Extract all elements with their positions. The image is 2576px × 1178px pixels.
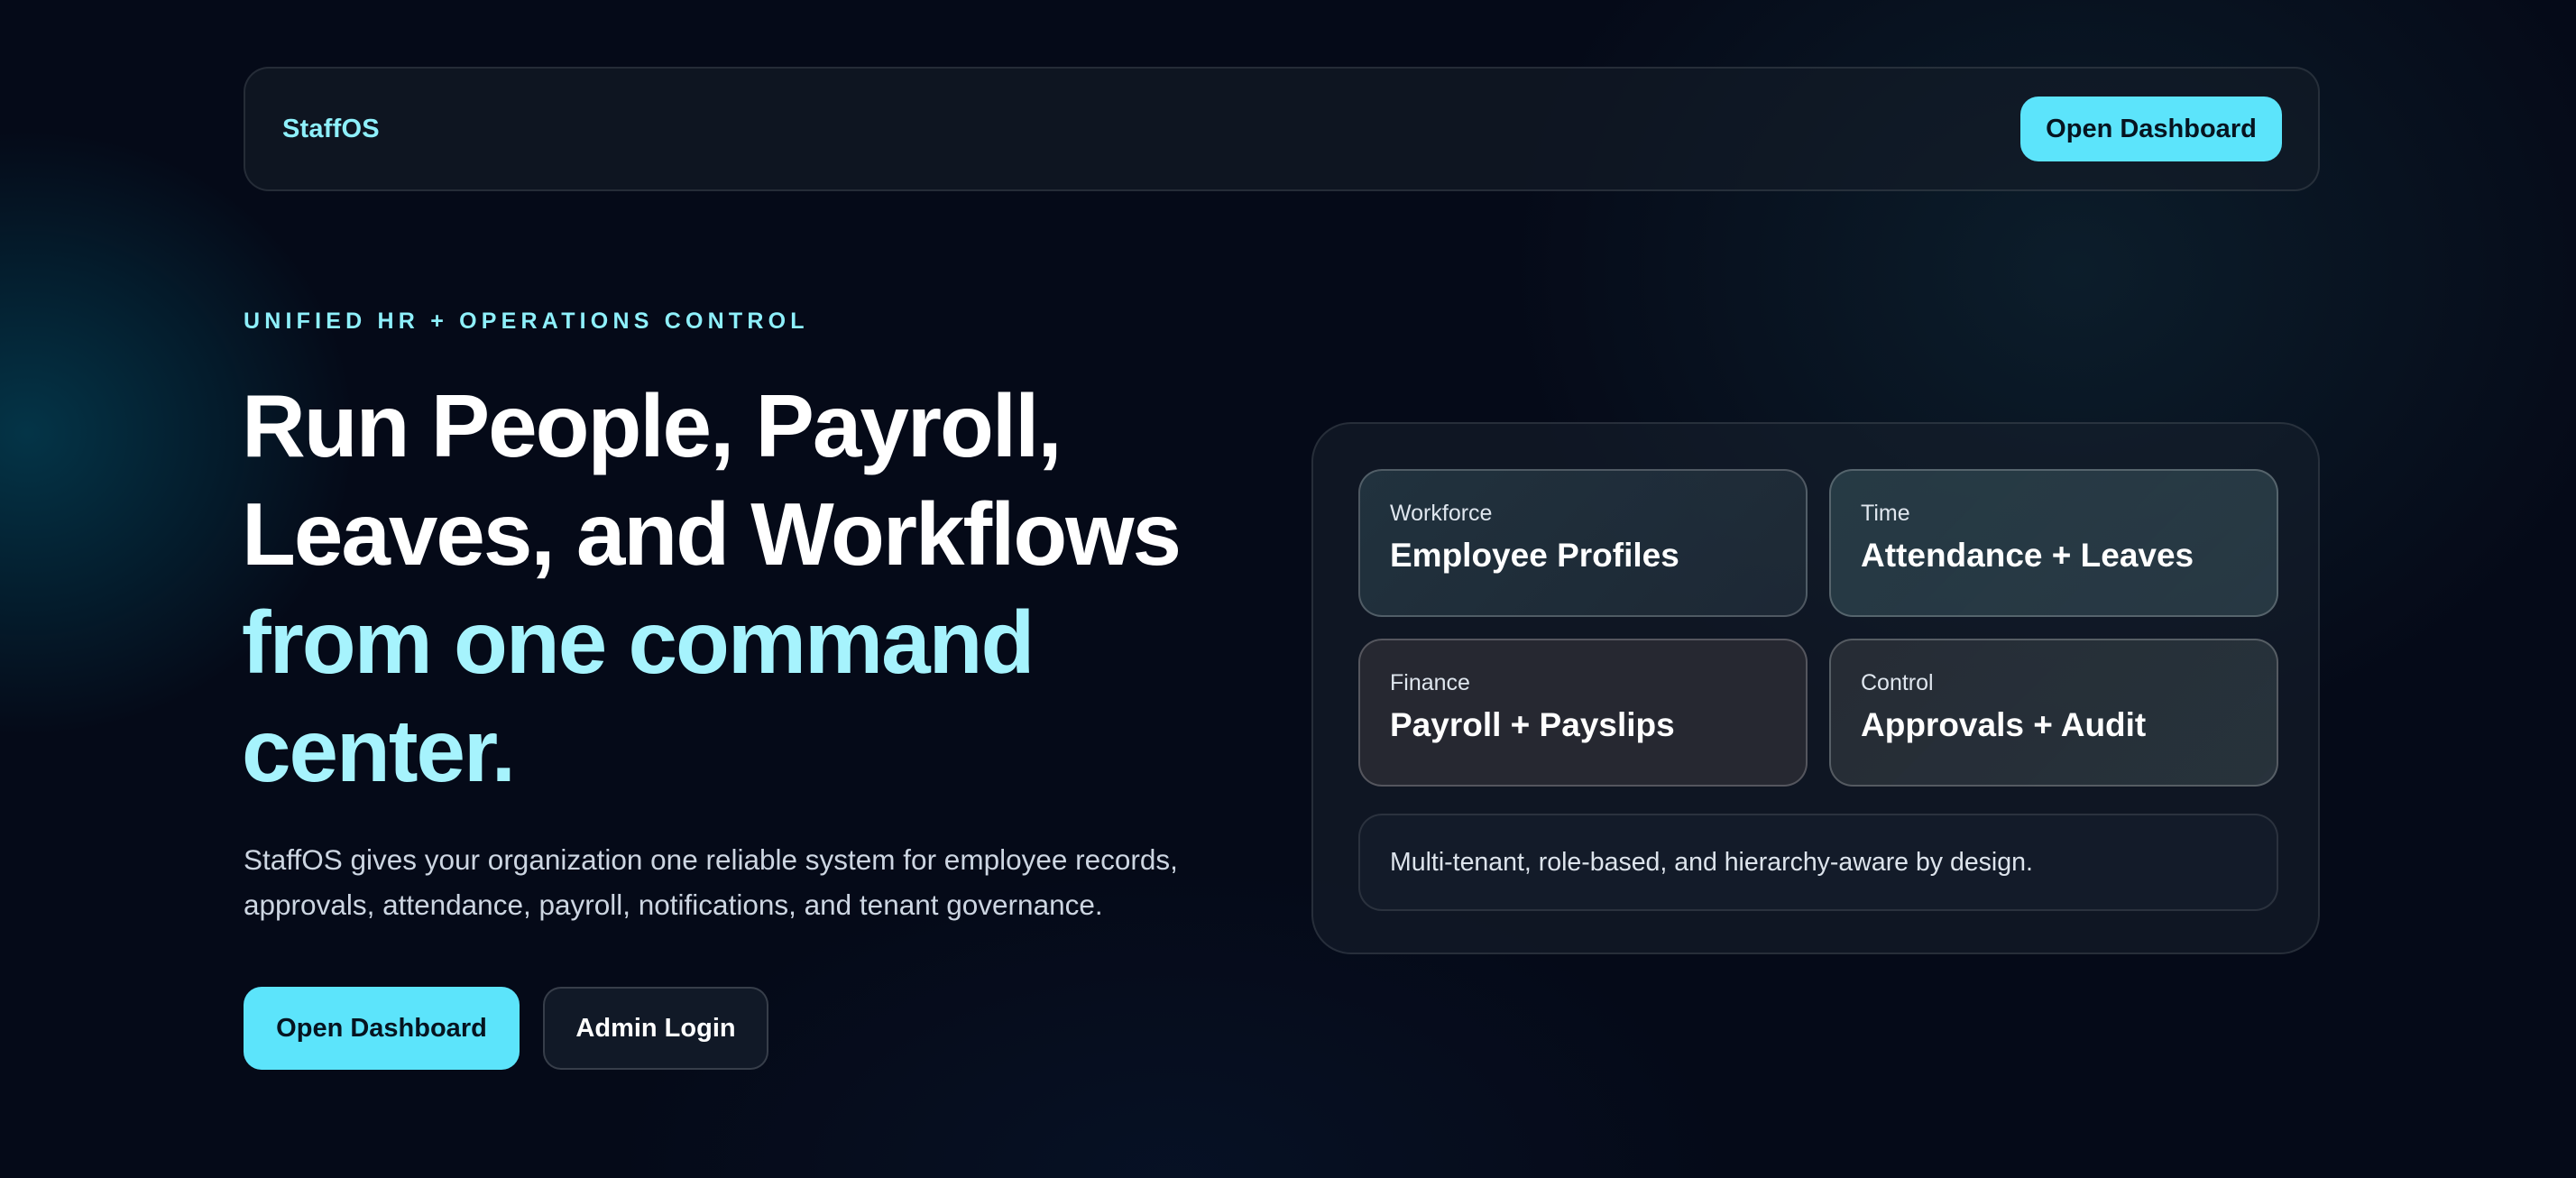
headline-accent-line-1: from one command [242, 593, 1035, 692]
feature-card-control: Control Approvals + Audit [1829, 639, 2278, 787]
feature-card-title: Attendance + Leaves [1861, 537, 2194, 574]
feature-card-title: Payroll + Payslips [1390, 706, 1675, 743]
feature-card-workforce: Workforce Employee Profiles [1358, 469, 1808, 617]
headline-line-2: Leaves, and Workflows [242, 484, 1182, 584]
feature-panel-note: Multi-tenant, role-based, and hierarchy-… [1358, 814, 2278, 911]
headline-line-1: Run People, Payroll, [242, 376, 1063, 475]
headline-accent-line-2: center. [242, 701, 516, 800]
nav-open-dashboard-button[interactable]: Open Dashboard [2020, 97, 2282, 161]
feature-card-category: Time [1861, 501, 1910, 526]
feature-card-category: Finance [1390, 670, 1470, 695]
feature-card-title: Employee Profiles [1390, 537, 1679, 574]
top-navigation-bar: StaffOS Open Dashboard [244, 67, 2320, 191]
hero-cta-group: Open Dashboard Admin Login [244, 987, 768, 1070]
hero-description: StaffOS gives your organization one reli… [244, 843, 1178, 921]
feature-card-title: Approvals + Audit [1861, 706, 2147, 743]
feature-card-finance: Finance Payroll + Payslips [1358, 639, 1808, 787]
admin-login-button[interactable]: Admin Login [543, 987, 768, 1070]
open-dashboard-button[interactable]: Open Dashboard [244, 987, 520, 1070]
feature-panel: Workforce Employee Profiles Time Attenda… [1311, 422, 2320, 954]
feature-card-category: Workforce [1390, 501, 1493, 526]
brand-logo[interactable]: StaffOS [282, 115, 380, 144]
feature-card-category: Control [1861, 670, 1934, 695]
feature-card-time: Time Attendance + Leaves [1829, 469, 2278, 617]
hero-eyebrow: UNIFIED HR + OPERATIONS CONTROL [244, 308, 809, 334]
hero-headline: Run People, Payroll, Leaves, and Workflo… [242, 372, 1324, 805]
